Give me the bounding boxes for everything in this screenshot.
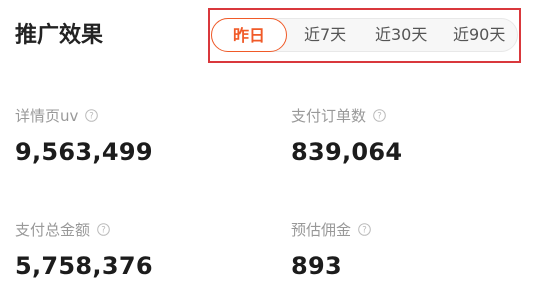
promotion-effect-panel: 推广效果 昨日 近7天 近30天 近90天 详情页uv ? 9,563,499 …	[0, 0, 533, 301]
date-range-tabs: 昨日 近7天 近30天 近90天	[211, 18, 518, 52]
metric-paid-orders: 支付订单数 ? 839,064	[291, 104, 403, 167]
help-icon[interactable]: ?	[85, 108, 99, 122]
svg-text:?: ?	[362, 225, 367, 235]
metric-estimated-commission: 预估佣金 ? 893	[291, 218, 371, 280]
metric-value: 9,563,499	[15, 138, 153, 166]
svg-text:?: ?	[101, 225, 106, 235]
svg-text:?: ?	[90, 111, 95, 121]
metric-label: 预估佣金	[291, 220, 352, 239]
help-icon[interactable]: ?	[97, 222, 110, 236]
metric-label: 支付订单数	[291, 106, 367, 125]
metric-label: 支付总金额	[15, 220, 91, 239]
tab-last-30-days[interactable]: 近30天	[375, 19, 427, 51]
tab-last-90-days[interactable]: 近90天	[453, 19, 505, 51]
tab-yesterday[interactable]: 昨日	[211, 18, 287, 52]
page-title: 推广效果	[15, 23, 104, 48]
metric-value: 893	[291, 252, 342, 280]
tab-last-7-days[interactable]: 近7天	[304, 19, 346, 51]
metric-detail-page-uv: 详情页uv ? 9,563,499	[15, 104, 153, 167]
help-icon[interactable]: ?	[358, 222, 371, 236]
metric-total-payment: 支付总金额 ? 5,758,376	[15, 218, 153, 281]
svg-text:?: ?	[377, 111, 382, 121]
help-icon[interactable]: ?	[373, 108, 386, 122]
metric-value: 5,758,376	[15, 252, 153, 280]
metric-label: 详情页uv	[15, 106, 79, 125]
metric-value: 839,064	[291, 138, 403, 166]
